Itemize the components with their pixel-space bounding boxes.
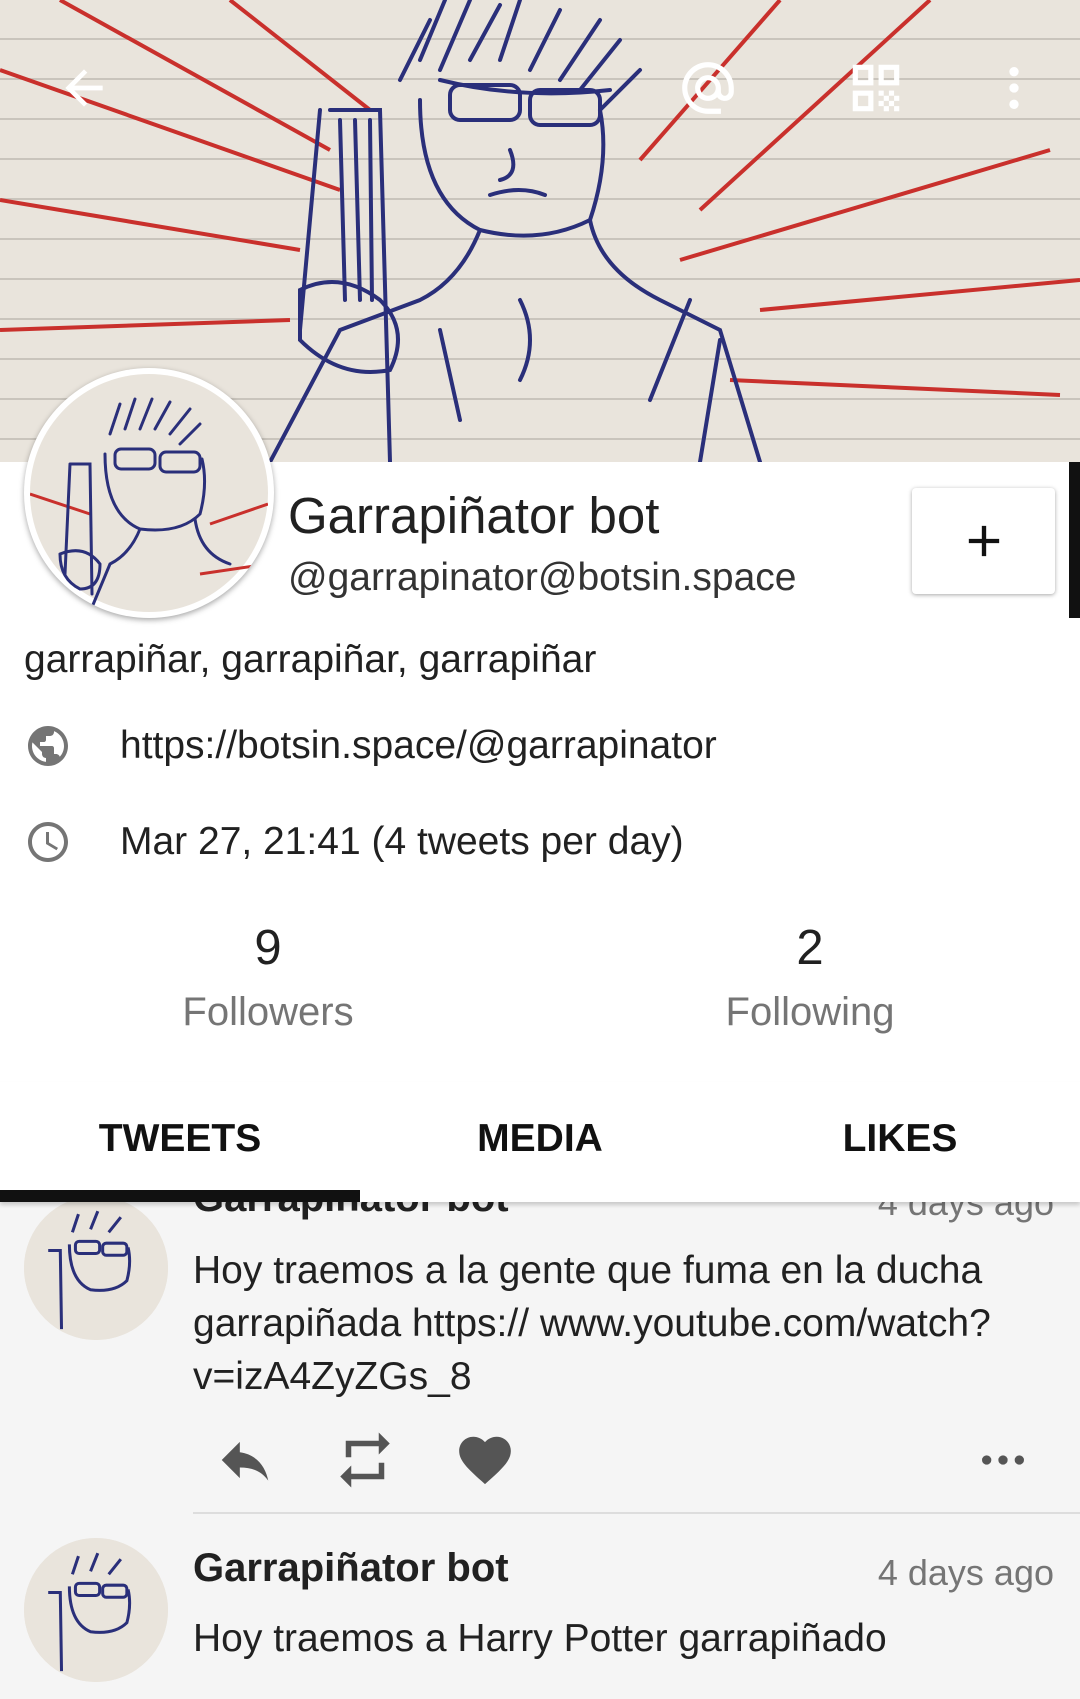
mention-button[interactable] — [658, 38, 758, 138]
profile-website-link[interactable]: https://botsin.space/@garrapinator — [120, 724, 717, 768]
tab-media[interactable]: MEDIA — [360, 1082, 720, 1196]
reply-icon — [221, 1441, 269, 1481]
clock-icon — [28, 822, 68, 862]
following-count: 2 — [796, 921, 824, 975]
followers-count: 9 — [254, 921, 282, 975]
globe-icon — [28, 726, 68, 766]
profile-joined-text: Mar 27, 21:41 (4 tweets per day) — [120, 820, 684, 863]
plus-icon — [968, 525, 999, 557]
avatar-image — [24, 1538, 168, 1682]
back-button[interactable] — [34, 38, 134, 138]
post-author[interactable]: Garrapiñator bot — [193, 1546, 509, 1591]
post-avatar[interactable] — [24, 1538, 168, 1682]
avatar-image — [24, 1202, 168, 1340]
qr-code-icon — [852, 64, 900, 112]
post-more-button[interactable] — [968, 1430, 1038, 1490]
profile-handle: @garrapinator@botsin.space — [288, 556, 797, 599]
at-sign-icon — [682, 62, 734, 114]
website-row[interactable]: https://botsin.space/@garrapinator — [24, 722, 717, 770]
profile-tabs: TWEETS MEDIA LIKES — [0, 1082, 1080, 1202]
scroll-edge-indicator — [1069, 462, 1080, 618]
heart-icon — [459, 1436, 511, 1485]
favourite-button[interactable] — [450, 1430, 520, 1490]
profile-avatar[interactable] — [24, 368, 274, 618]
post-text[interactable]: Hoy traemos a la gente que fuma en la du… — [193, 1244, 1053, 1403]
post-author[interactable]: Garrapiñator bot — [193, 1202, 509, 1221]
arrow-left-icon — [65, 69, 103, 107]
followers-stat[interactable]: 9 Followers — [118, 920, 418, 1035]
more-vertical-icon — [1009, 67, 1019, 109]
post-divider — [193, 1512, 1080, 1514]
followers-label: Followers — [182, 990, 354, 1034]
active-tab-indicator — [0, 1190, 360, 1202]
follow-button[interactable] — [912, 488, 1055, 594]
profile-bio: garrapiñar, garrapiñar, garrapiñar — [24, 638, 597, 681]
more-horizontal-icon — [982, 1455, 1024, 1465]
post-time: 4 days ago — [877, 1202, 1054, 1223]
reply-button[interactable] — [210, 1430, 280, 1490]
tweet-feed[interactable]: Garrapiñator bot 4 days ago Hoy traemos … — [0, 1202, 1080, 1699]
following-label: Following — [725, 990, 895, 1034]
avatar-image — [30, 374, 268, 612]
post-time: 4 days ago — [877, 1552, 1054, 1593]
tab-likes[interactable]: LIKES — [720, 1082, 1080, 1196]
tab-tweets[interactable]: TWEETS — [0, 1082, 360, 1196]
qr-code-button[interactable] — [826, 38, 926, 138]
top-app-bar — [0, 0, 1080, 160]
more-options-button[interactable] — [964, 38, 1064, 138]
post-text[interactable]: Hoy traemos a Harry Potter garrapiñado — [193, 1612, 1053, 1665]
joined-row: Mar 27, 21:41 (4 tweets per day) — [24, 818, 684, 866]
retweet-icon — [340, 1432, 390, 1488]
profile-display-name: Garrapiñator bot — [288, 487, 660, 544]
following-stat[interactable]: 2 Following — [660, 920, 960, 1035]
boost-button[interactable] — [330, 1430, 400, 1490]
post-avatar[interactable] — [24, 1202, 168, 1340]
